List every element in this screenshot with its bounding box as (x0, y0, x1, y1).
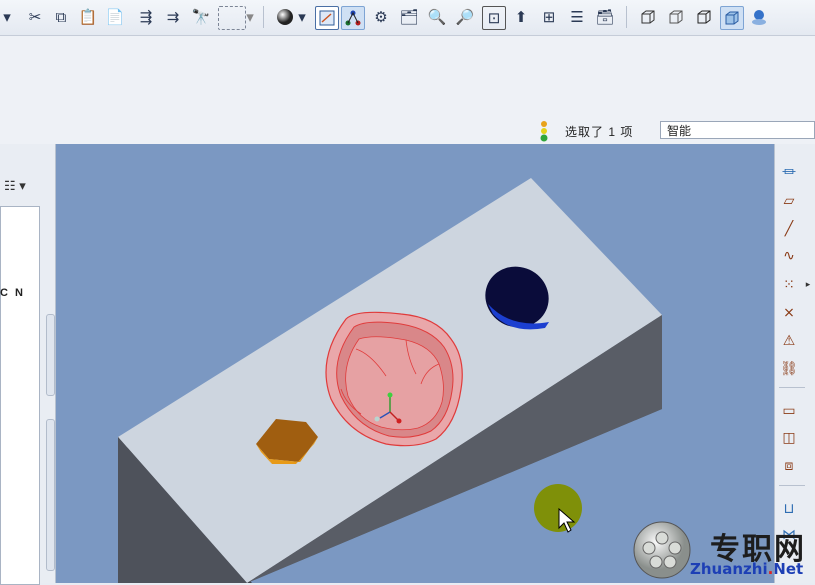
regenerate-icon[interactable]: ⇶ (135, 6, 157, 28)
datum-plane-display-icon[interactable]: ▱ (778, 190, 800, 210)
watermark: 专职网 Zhuanzhi.Net (633, 520, 815, 583)
extrude-icon[interactable]: ◫ (778, 427, 800, 447)
watermark-url-suffix: Net (773, 560, 804, 578)
saved-views-icon[interactable]: 🗂 (398, 6, 420, 28)
coordinate-system-icon[interactable]: ⨯ (778, 302, 800, 322)
watermark-url: Zhuanzhi.Net (690, 560, 803, 578)
panel-splitter[interactable] (46, 314, 55, 396)
paste-special-icon[interactable]: 📄 (104, 6, 126, 28)
watermark-logo-icon (633, 521, 691, 579)
zoom-in-icon[interactable]: 🔍 (426, 6, 448, 28)
datum-plane-icon[interactable]: ⏛ (778, 162, 800, 182)
insert-link-icon[interactable]: ⛓ (778, 358, 800, 378)
copy-icon[interactable]: ⧉ (50, 6, 72, 28)
feature-toolbar: ⏛ ▱ ╱ ∿ ⁙ ▸ ⨯ ⚠ ⛓ ▭ ◫ ⧈ ⊔ ⋈ (774, 144, 815, 583)
selection-count: 选取了 1 项 (565, 125, 634, 139)
select-box-icon[interactable] (218, 6, 246, 30)
ribbon-band (0, 36, 815, 63)
model-view (118, 178, 662, 583)
appearance-gallery-icon[interactable] (748, 6, 770, 28)
appearance-dropdown-icon[interactable]: ▾ (296, 6, 308, 28)
repaint-icon[interactable] (315, 6, 339, 30)
toolbar-separator (779, 387, 805, 388)
panel-splitter[interactable] (46, 419, 55, 571)
model-tree-icon[interactable]: 🗃 (594, 6, 616, 28)
tree-settings-button[interactable]: ☷ ▾ (4, 178, 40, 198)
toolbar-separator (779, 485, 805, 486)
revolve-icon[interactable]: ⧈ (778, 455, 800, 475)
view-manager-icon[interactable]: ⊞ (538, 6, 560, 28)
layers-icon[interactable]: ☰ (566, 6, 588, 28)
regenerate-manager-icon[interactable]: ⇉ (162, 6, 184, 28)
toolbar-separator (263, 6, 264, 28)
datum-point-dropdown-icon[interactable]: ▸ (803, 274, 813, 294)
refit-icon[interactable]: ⊡ (482, 6, 506, 30)
cut-icon[interactable]: ✂ (24, 6, 46, 28)
hidden-line-icon[interactable] (665, 6, 687, 28)
status-light-icon (540, 121, 548, 142)
paste-icon[interactable]: 📋 (77, 6, 99, 28)
spin-center-icon[interactable] (341, 6, 365, 30)
sketched-curve-icon[interactable]: ∿ (778, 245, 800, 265)
model-tree-panel: ☷ ▾ C N (0, 144, 56, 585)
shading-icon[interactable] (720, 6, 744, 30)
datum-point-icon[interactable]: ⁙ (778, 274, 800, 294)
selection-filter-select[interactable]: 智能 (660, 121, 815, 139)
cursor-highlight (534, 484, 582, 532)
dropdown-arrow-icon[interactable]: ▾ (0, 6, 14, 28)
wireframe-icon[interactable] (637, 6, 659, 28)
no-hidden-icon[interactable] (693, 6, 715, 28)
datum-axis-icon[interactable]: ╱ (778, 218, 800, 238)
toolbar-separator (626, 6, 627, 28)
reorient-icon[interactable]: ⬆ (510, 6, 532, 28)
model-tree-list[interactable] (0, 206, 40, 585)
graphics-viewport[interactable] (56, 144, 774, 583)
orient-mode-icon[interactable]: ⚙ (370, 6, 392, 28)
sketch-icon[interactable]: ▭ (778, 400, 800, 420)
tree-item-label: C N (0, 287, 25, 299)
find-icon[interactable]: 🔭 (190, 6, 212, 28)
main-toolbar: ▾ ✂ ⧉ 📋 📄 ⇶ ⇉ 🔭 ▾ ▾ ⚙ 🗂 🔍 🔎 ⊡ ⬆ ⊞ ☰ 🗃 (0, 0, 815, 36)
zoom-out-icon[interactable]: 🔎 (454, 6, 476, 28)
analysis-feature-icon[interactable]: ⚠ (778, 330, 800, 350)
hole-icon[interactable]: ⊔ (778, 498, 800, 518)
watermark-url-prefix: Zhuanzhi (690, 560, 768, 578)
select-dropdown-icon[interactable]: ▾ (245, 6, 255, 28)
appearance-icon[interactable] (274, 6, 296, 28)
